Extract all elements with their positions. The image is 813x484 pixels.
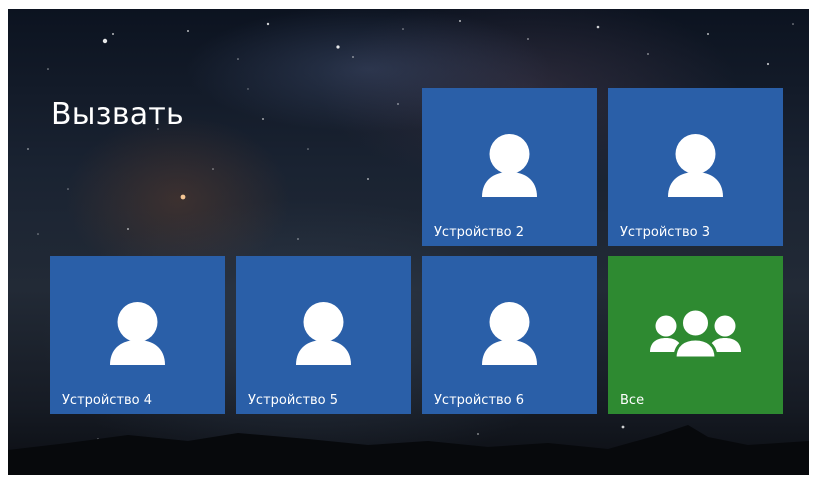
device-tile-label: Устройство 3 [620,225,711,240]
person-icon [482,134,537,197]
person-icon [110,302,165,365]
page-title: Вызвать [51,97,184,132]
all-devices-label: Все [620,393,645,408]
device-tile-label: Устройство 6 [434,393,525,408]
person-icon [482,302,537,365]
device-tile-6[interactable]: Устройство 6 [422,256,597,414]
device-tile-4[interactable]: Устройство 4 [50,256,225,414]
device-tile-label: Устройство 4 [62,393,153,408]
call-screen: Вызвать Устройство 2 Устройство 3 Устрой… [8,9,809,475]
device-tile-label: Устройство 2 [434,225,525,240]
group-icon [650,307,741,360]
device-tile-label: Устройство 5 [248,393,339,408]
device-tile-5[interactable]: Устройство 5 [236,256,411,414]
person-icon [296,302,351,365]
person-icon [668,134,723,197]
horizon-silhouette [8,425,809,475]
device-tile-3[interactable]: Устройство 3 [608,88,783,246]
device-tile-2[interactable]: Устройство 2 [422,88,597,246]
all-devices-tile[interactable]: Все [608,256,783,414]
